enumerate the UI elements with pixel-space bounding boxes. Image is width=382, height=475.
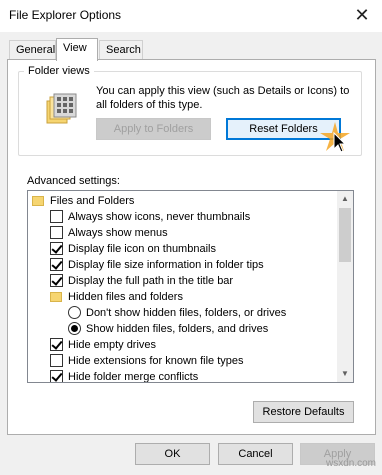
list-item-label: Don't show hidden files, folders, or dri…	[86, 307, 287, 319]
list-item-label: Always show menus	[68, 227, 168, 239]
folder-views-label: Folder views	[24, 65, 94, 77]
radio-button[interactable]	[68, 322, 81, 335]
advanced-settings-label: Advanced settings:	[27, 175, 120, 187]
list-item-label: Display file size information in folder …	[68, 259, 264, 271]
ok-button[interactable]: OK	[135, 443, 210, 465]
folder-views-description: You can apply this view (such as Details…	[96, 85, 350, 111]
checkbox[interactable]	[50, 226, 63, 239]
tab-strip: General View Search	[0, 38, 382, 61]
vertical-scrollbar[interactable]: ▲ ▼	[337, 191, 353, 382]
checkbox[interactable]	[50, 370, 63, 382]
checkbox[interactable]	[50, 274, 63, 287]
list-item[interactable]: Hide empty drives	[50, 337, 156, 353]
window-title: File Explorer Options	[9, 8, 122, 22]
list-item[interactable]: Always show icons, never thumbnails	[50, 209, 250, 225]
list-item-label: Display the full path in the title bar	[68, 275, 234, 287]
tree-folder-hidden-files: Hidden files and folders	[50, 289, 183, 305]
mouse-cursor-icon	[333, 132, 347, 153]
tab-general[interactable]: General	[9, 40, 56, 60]
tree-folder-files-and-folders: Files and Folders	[32, 193, 134, 209]
watermark: wsxdn.com	[326, 458, 377, 469]
close-icon[interactable]: ✕	[348, 2, 376, 28]
list-item-label: Hide extensions for known file types	[68, 355, 244, 367]
tab-view[interactable]: View	[56, 38, 98, 61]
list-item[interactable]: Display file icon on thumbnails	[50, 241, 216, 257]
list-item[interactable]: Always show menus	[50, 225, 168, 241]
checkbox[interactable]	[50, 242, 63, 255]
folder-icon	[32, 196, 44, 206]
list-item-label: Hide empty drives	[68, 339, 157, 351]
list-item-label: Display file icon on thumbnails	[68, 243, 216, 255]
checkbox[interactable]	[50, 338, 63, 351]
list-item[interactable]: Hide folder merge conflicts	[50, 369, 199, 383]
list-item-label: Hide folder merge conflicts	[68, 371, 199, 383]
list-item[interactable]: Display file size information in folder …	[50, 257, 264, 273]
checkbox[interactable]	[50, 210, 63, 223]
list-item[interactable]: Show hidden files, folders, and drives	[68, 321, 268, 337]
list-item-label: Files and Folders	[50, 195, 135, 207]
scroll-down-icon[interactable]: ▼	[337, 366, 353, 382]
list-item-label: Show hidden files, folders, and drives	[86, 323, 269, 335]
radio-button[interactable]	[68, 306, 81, 319]
restore-defaults-button[interactable]: Restore Defaults	[253, 401, 354, 423]
tab-search[interactable]: Search	[99, 40, 143, 60]
list-item-label: Always show icons, never thumbnails	[68, 211, 251, 223]
list-item-label: Hidden files and folders	[68, 291, 183, 303]
list-item[interactable]: Hide extensions for known file types	[50, 353, 243, 369]
advanced-settings-list[interactable]: Files and Folders Always show icons, nev…	[27, 190, 354, 383]
folder-views-icon	[46, 93, 77, 124]
folder-icon	[50, 292, 62, 302]
list-item[interactable]: Display the full path in the title bar	[50, 273, 233, 289]
checkbox[interactable]	[50, 258, 63, 271]
scroll-thumb[interactable]	[339, 208, 351, 262]
title-bar: File Explorer Options ✕	[0, 0, 382, 32]
checkbox[interactable]	[50, 354, 63, 367]
scroll-up-icon[interactable]: ▲	[337, 191, 353, 207]
apply-to-folders-button[interactable]: Apply to Folders	[96, 118, 211, 140]
list-item[interactable]: Don't show hidden files, folders, or dri…	[68, 305, 286, 321]
cancel-button[interactable]: Cancel	[218, 443, 293, 465]
